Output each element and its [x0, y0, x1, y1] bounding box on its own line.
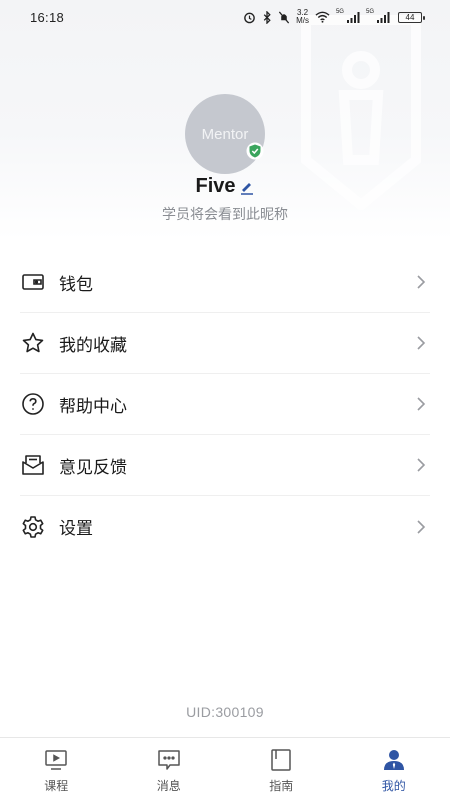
- status-icons: 3.2 M/s 5G 5G 44: [243, 9, 425, 25]
- menu-item-settings[interactable]: 设置: [20, 496, 430, 557]
- menu-item-favorites[interactable]: 我的收藏: [20, 313, 430, 374]
- profile-nickname-hint: 学员将会看到此昵称: [162, 207, 288, 223]
- feedback-mail-icon: [20, 452, 46, 478]
- tab-label: 我的: [381, 779, 406, 793]
- status-time: 16:18: [30, 9, 65, 25]
- menu-item-feedback[interactable]: 意见反馈: [20, 435, 430, 496]
- verified-shield-icon: [246, 142, 264, 160]
- chevron-right-icon: [417, 336, 426, 350]
- avatar-text: Mentor: [201, 125, 249, 143]
- mute-bell-icon: [278, 11, 290, 23]
- tab-courses[interactable]: 课程: [0, 738, 113, 800]
- course-video-icon: [45, 750, 67, 770]
- signal-strength-icon: [377, 11, 390, 23]
- bottom-tab-bar: 课程 消息 指南 我的: [0, 737, 450, 800]
- tab-messages[interactable]: 消息: [113, 738, 226, 800]
- menu-list: 钱包 我的收藏 帮助中心 意见反馈 设置: [20, 252, 430, 557]
- tab-label: 课程: [44, 779, 69, 793]
- star-icon: [20, 330, 46, 356]
- help-icon: [20, 391, 46, 417]
- alarm-icon: [244, 12, 255, 23]
- signal-strength-icon: [346, 11, 360, 23]
- tab-guide[interactable]: 指南: [225, 738, 338, 800]
- sim2-label: 5G: [365, 9, 374, 15]
- menu-item-help-center[interactable]: 帮助中心: [20, 374, 430, 435]
- battery-icon: 44: [398, 11, 425, 23]
- profile-name-row: Five: [0, 172, 450, 200]
- bluetooth-icon: [263, 10, 271, 24]
- message-icon: [158, 750, 180, 770]
- menu-item-wallet[interactable]: 钱包: [20, 252, 430, 313]
- tab-label: 指南: [269, 779, 294, 793]
- tab-profile[interactable]: 我的: [338, 738, 450, 800]
- status-bar: 16:18 3.2 M/s 5G 5G 44: [0, 0, 450, 34]
- network-speed: 3.2 M/s: [296, 9, 309, 25]
- guide-book-icon: [271, 749, 291, 771]
- chevron-right-icon: [417, 397, 426, 411]
- wallet-icon: [20, 269, 46, 295]
- menu-item-label: 帮助中心: [59, 396, 127, 417]
- chevron-right-icon: [417, 275, 426, 289]
- menu-item-label: 设置: [59, 519, 93, 539]
- menu-item-label: 意见反馈: [59, 457, 127, 478]
- wifi-icon: [315, 11, 330, 23]
- sim1-label: 5G: [335, 9, 344, 15]
- profile-person-icon: [383, 750, 404, 770]
- network-speed-unit: M/s: [296, 16, 309, 25]
- chevron-right-icon: [417, 519, 426, 534]
- avatar[interactable]: Mentor: [185, 94, 265, 174]
- menu-item-label: 我的收藏: [59, 335, 127, 356]
- gear-icon: [20, 514, 46, 540]
- tab-label: 消息: [156, 779, 181, 793]
- menu-item-label: 钱包: [59, 274, 93, 295]
- edit-pencil-icon[interactable]: [239, 179, 255, 195]
- chevron-right-icon: [417, 458, 426, 472]
- user-id: UID:300109: [186, 704, 264, 720]
- profile-name: Five: [195, 174, 236, 197]
